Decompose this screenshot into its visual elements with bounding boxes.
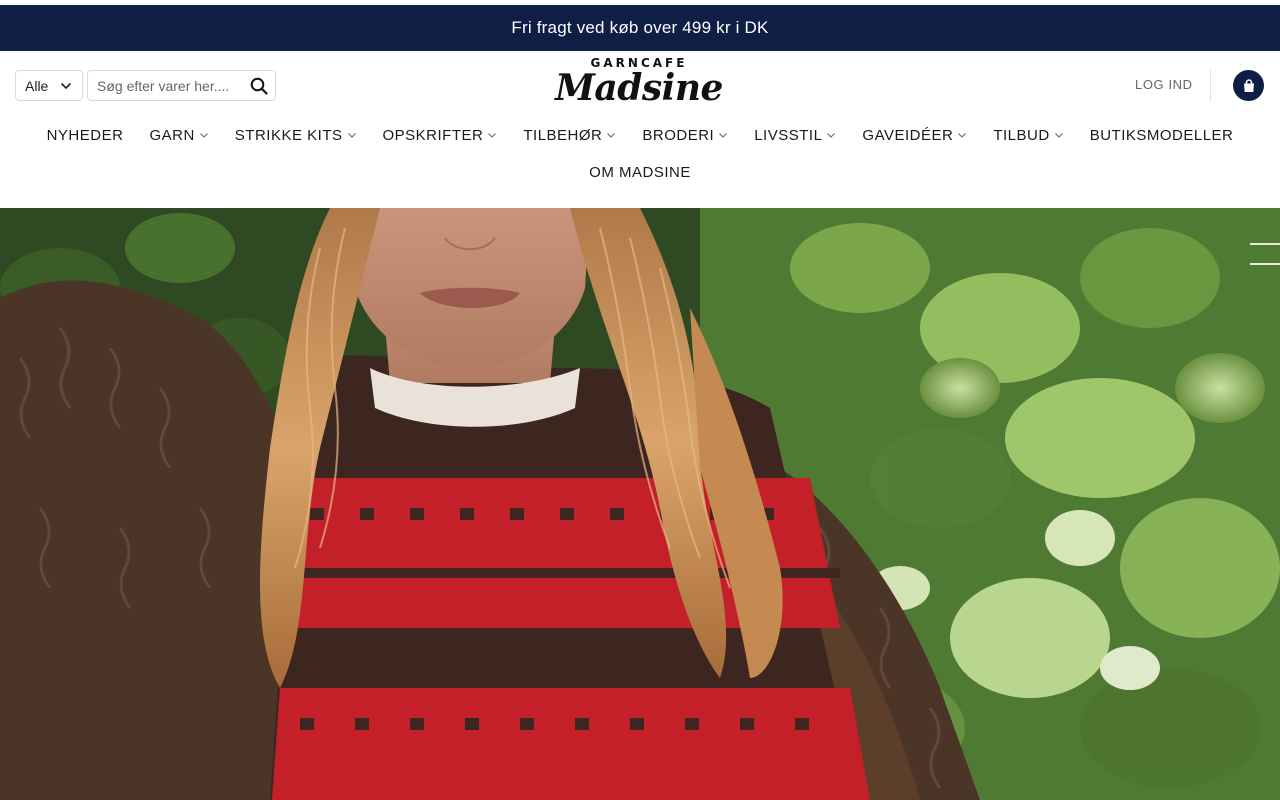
cart-button[interactable] — [1233, 70, 1264, 101]
promo-text: Fri fragt ved køb over 499 kr i DK — [511, 18, 769, 37]
header-divider — [1210, 70, 1211, 102]
nav-item-label: BUTIKSMODELLER — [1089, 126, 1234, 144]
search-box — [87, 70, 276, 101]
site-header: Alle GARNCAFE Madsine LOG IND NYHEDER GAR… — [0, 51, 1280, 208]
nav-item-label: GAVEIDÉER — [862, 126, 954, 144]
promo-bar: Fri fragt ved køb over 499 kr i DK — [0, 5, 1280, 51]
nav-item-label: STRIKKE KITS — [234, 126, 343, 144]
main-nav-row-1: NYHEDER GARN STRIKKE KITS OPSKRIFTER TILBEHØ… — [0, 124, 1280, 146]
nav-item-opskrifter[interactable]: OPSKRIFTER — [383, 124, 498, 146]
nav-item-livsstil[interactable]: LIVSSTIL — [754, 124, 836, 146]
nav-item-label: OM MADSINE — [589, 163, 691, 181]
nav-item-garn[interactable]: GARN — [149, 124, 208, 146]
nav-item-label: TILBUD — [993, 126, 1050, 144]
search-input[interactable] — [88, 71, 238, 100]
nav-item-butiksmodeller[interactable]: BUTIKSMODELLER — [1090, 124, 1234, 146]
hero-image — [0, 208, 1280, 800]
chevron-down-icon — [61, 83, 71, 89]
nav-item-label: OPSKRIFTER — [382, 126, 484, 144]
chevron-down-icon — [607, 133, 616, 138]
chevron-down-icon — [827, 133, 836, 138]
chevron-down-icon — [719, 133, 728, 138]
chevron-down-icon — [199, 133, 208, 138]
nav-item-label: LIVSSTIL — [754, 126, 823, 144]
chevron-down-icon — [347, 133, 356, 138]
login-link[interactable]: LOG IND — [1135, 77, 1193, 92]
chevron-down-icon — [488, 133, 497, 138]
main-nav-row-2: OM MADSINE — [0, 161, 1280, 183]
nav-item-label: BRODERI — [642, 126, 715, 144]
nav-item-strikke-kits[interactable]: STRIKKE KITS — [235, 124, 357, 146]
search-icon[interactable] — [249, 76, 269, 96]
chevron-down-icon — [1054, 133, 1063, 138]
logo-title: Madsine — [555, 67, 723, 109]
nav-item-nyheder[interactable]: NYHEDER — [47, 124, 124, 146]
hero-banner[interactable] — [0, 208, 1280, 800]
nav-item-tilbud[interactable]: TILBUD — [993, 124, 1063, 146]
nav-item-tilbehor[interactable]: TILBEHØR — [523, 124, 616, 146]
category-select[interactable]: Alle — [15, 70, 83, 101]
nav-item-broderi[interactable]: BRODERI — [642, 124, 728, 146]
nav-item-om-madsine[interactable]: OM MADSINE — [589, 161, 691, 183]
nav-item-label: GARN — [149, 126, 195, 144]
slider-indicator[interactable] — [1250, 243, 1280, 267]
nav-item-gaveideer[interactable]: GAVEIDÉER — [862, 124, 967, 146]
nav-item-label: NYHEDER — [46, 126, 124, 144]
category-select-value: Alle — [25, 77, 49, 94]
chevron-down-icon — [958, 133, 967, 138]
shopping-bag-icon — [1243, 78, 1254, 92]
nav-item-label: TILBEHØR — [523, 126, 603, 144]
site-logo[interactable]: GARNCAFE Madsine — [553, 56, 725, 108]
